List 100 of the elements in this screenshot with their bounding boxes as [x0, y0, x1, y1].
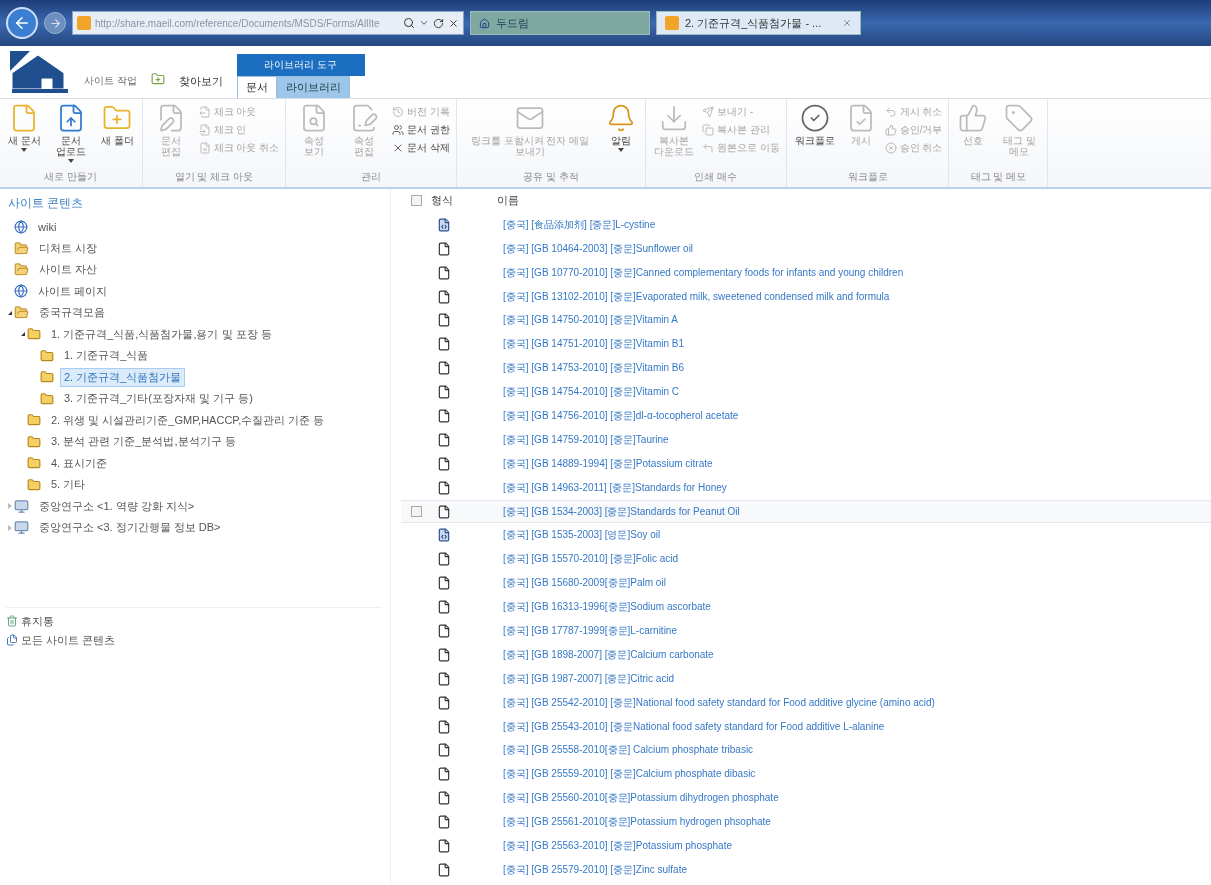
- file-icon: [437, 241, 451, 256]
- nav-item[interactable]: 1. 기준규격_식품,식품첨가물,용기 및 포장 등: [47, 324, 276, 344]
- document-link[interactable]: [중국] [GB 14756-2010] [중문]dl-α-tocopherol acetate: [503, 408, 739, 423]
- document-link[interactable]: [중국] [GB 14754-2010] [중문]Vitamin C: [503, 385, 679, 400]
- globe-icon: [14, 284, 28, 299]
- nav-item[interactable]: 5. 기타: [47, 475, 90, 495]
- nav-item[interactable]: 중앙연구소 <1. 역량 강화 지식>: [35, 496, 199, 516]
- document-link[interactable]: [중국] [GB 10770-2010] [중문]Canned complementary foods for infants and young children: [503, 265, 904, 280]
- caret-icon: [67, 159, 74, 163]
- nav-link[interactable]: 휴지통: [6, 613, 382, 629]
- folder-plus-icon[interactable]: [150, 72, 165, 86]
- nav-item[interactable]: 중앙연구소 <3. 정기간행물 정보 DB>: [35, 518, 225, 538]
- nav-item[interactable]: 중국규격모음: [35, 303, 109, 323]
- file-icon: [437, 767, 451, 782]
- document-link[interactable]: [중국] [GB 25543-2010] [중문National food safety standard for Food additive L-alanine: [503, 719, 885, 734]
- column-header[interactable]: 이름: [497, 193, 519, 209]
- file-icon: [437, 456, 451, 471]
- group-label: 인쇄 매수: [693, 170, 739, 184]
- caret-icon: [617, 148, 624, 152]
- document-link[interactable]: [중국] [GB 10464-2003] [중문]Sunflower oil: [503, 241, 694, 256]
- document-link[interactable]: [중국] [GB 17787-1999[중문]L-carnitine: [503, 623, 677, 638]
- folder-icon: [14, 305, 29, 321]
- nav-item[interactable]: 사이트 자산: [35, 260, 102, 280]
- nav-item[interactable]: 사이트 페이지: [34, 281, 112, 301]
- document-link[interactable]: [중국] [GB 25558-2010[중문] Calcium phosphate tribasic: [503, 743, 754, 758]
- nav-item[interactable]: 4. 표시기준: [47, 453, 112, 473]
- site-actions-menu[interactable]: 사이트 작업: [84, 74, 137, 98]
- ribbon-button[interactable]: 문서 업로드: [48, 103, 93, 168]
- document-link[interactable]: [중국] [GB 1987-2007] [중문]Citric acid: [503, 671, 675, 686]
- folder-icon: [27, 456, 41, 471]
- row-checkbox[interactable]: [410, 506, 422, 517]
- file-icon: [437, 552, 451, 567]
- file-icon: [437, 743, 451, 758]
- file-icon: [437, 576, 451, 591]
- nav-item[interactable]: 3. 기준규격_기타(포장자재 및 기구 등): [60, 389, 257, 409]
- ribbon-button[interactable]: 새 폴더: [98, 103, 136, 168]
- document-link[interactable]: [중국] [GB 1898-2007] [중문]Calcium carbonate: [503, 647, 714, 662]
- row-highlight[interactable]: [중국] [GB 1534-2003] [중문]Standards for Peanut Oil: [401, 499, 1211, 524]
- nav-item[interactable]: 2. 위생 및 시설관리기준_GMP,HACCP,수질관리 기준 등: [47, 410, 329, 430]
- document-link[interactable]: [중국] [GB 13102-2010] [중문]Evaporated milk, sweetened condensed milk and formula: [503, 289, 890, 304]
- ribbon-tab[interactable]: 라이브러리: [276, 76, 350, 98]
- document-link[interactable]: [중국] [GB 14750-2010] [중문]Vitamin A: [503, 313, 678, 328]
- document-link[interactable]: [중국] [GB 16313-1996[중문]Sodium ascorbate: [503, 600, 711, 615]
- document-link[interactable]: [중국] [GB 14889-1994] [중문]Potassium citrate: [503, 456, 713, 471]
- refresh-icon[interactable]: [433, 17, 444, 29]
- back-button[interactable]: [6, 7, 38, 39]
- nav-item[interactable]: 2. 기준규격_식품첨가물: [60, 367, 186, 387]
- address-field[interactable]: http://share.maeil.com/reference/Documents/MSDS/Forms/AllIte: [72, 11, 464, 35]
- document-link[interactable]: [중국] [GB 15680-2009[중문]Palm oil: [503, 576, 666, 591]
- caret-icon[interactable]: [419, 18, 429, 28]
- ribbon-tab[interactable]: 찾아보기: [178, 74, 223, 98]
- close-icon[interactable]: [448, 17, 459, 29]
- file-icon: [437, 289, 451, 304]
- document-link[interactable]: [중국] [GB 1535-2003] [영문]Soy oil: [503, 528, 661, 543]
- globe-icon: [14, 219, 28, 234]
- send-icon: [701, 106, 714, 118]
- nav-item[interactable]: 디처트 시장: [35, 238, 102, 258]
- file-icon: [437, 432, 451, 447]
- document-link[interactable]: [중국] [GB 25560-2010[중문]Potassium dihydrogen phosphate: [503, 791, 779, 806]
- ribbon-button[interactable]: 워크플로: [792, 103, 837, 168]
- file-icon: [437, 695, 451, 710]
- document-link[interactable]: [중국] [GB 14751-2010] [중문]Vitamin B1: [503, 337, 684, 352]
- document-link[interactable]: [중국] [GB 25559-2010] [중문]Calcium phosphate dibasic: [503, 767, 756, 782]
- ribbon-button[interactable]: 문서 삭제: [392, 141, 450, 155]
- ribbon-tab[interactable]: 문서: [236, 76, 277, 98]
- ribbon-button[interactable]: 알림: [602, 103, 639, 168]
- select-all-checkbox[interactable]: [410, 195, 422, 207]
- document-link[interactable]: [중국] [GB 14753-2010] [중문]Vitamin B6: [503, 361, 684, 376]
- search-icon[interactable]: [403, 17, 415, 29]
- file-x-icon: [198, 142, 211, 154]
- document-link[interactable]: [중국] [GB 25579-2010] [중문]Zinc sulfate: [503, 862, 687, 877]
- column-header[interactable]: 형식: [431, 193, 497, 209]
- file-icon: [437, 791, 451, 806]
- nav-link[interactable]: 모든 사이트 콘텐츠: [6, 632, 382, 648]
- forward-button[interactable]: [44, 12, 66, 34]
- file-icon: [437, 862, 451, 877]
- nav-heading[interactable]: 사이트 콘텐츠: [6, 195, 390, 212]
- browser-tab[interactable]: 2. 기준규격_식품첨가물 - ...: [656, 11, 861, 35]
- document-link[interactable]: [중국] [GB 14759-2010] [중문]Taurine: [503, 432, 669, 447]
- ribbon-button[interactable]: 새 문서: [6, 103, 43, 168]
- document-link[interactable]: [중국] [GB 25542-2010] [중문]National food safety standard for Food additive glycine (amino acid): [503, 695, 935, 710]
- document-link[interactable]: [중국] [GB 15570-2010] [중문]Folic acid: [503, 552, 679, 567]
- folder-icon: [40, 391, 54, 406]
- document-link[interactable]: [중국] [GB 25563-2010] [중문]Potassium phosphate: [503, 839, 732, 853]
- ribbon-button[interactable]: 문서 권한: [392, 123, 450, 137]
- history-icon: [392, 106, 405, 118]
- nav-item[interactable]: 3. 분석 관련 기준_분석법,분석기구 등: [47, 432, 240, 452]
- document-link[interactable]: [중국] [GB 1534-2003] [중문]Standards for Peanut Oil: [503, 504, 740, 519]
- group-label: 워크플로: [846, 170, 889, 184]
- document-link[interactable]: [중국] [食品添加剂] [중문]L-cystine: [503, 217, 656, 232]
- copy-icon: [701, 124, 714, 136]
- site-logo[interactable]: [8, 49, 70, 95]
- document-link[interactable]: [중국] [GB 25561-2010[중문]Potassium hydrogen phsophate: [503, 815, 771, 830]
- file-icon: [437, 265, 451, 280]
- document-link[interactable]: [중국] [GB 14963-2011] [중문]Standards for Honey: [503, 480, 727, 495]
- browser-tab[interactable]: 두드림: [470, 11, 650, 35]
- nav-item[interactable]: wiki: [34, 218, 61, 235]
- nav-item[interactable]: 1. 기준규격_식품: [60, 346, 153, 366]
- file-icon: [437, 480, 451, 495]
- monitor-icon: [14, 520, 29, 536]
